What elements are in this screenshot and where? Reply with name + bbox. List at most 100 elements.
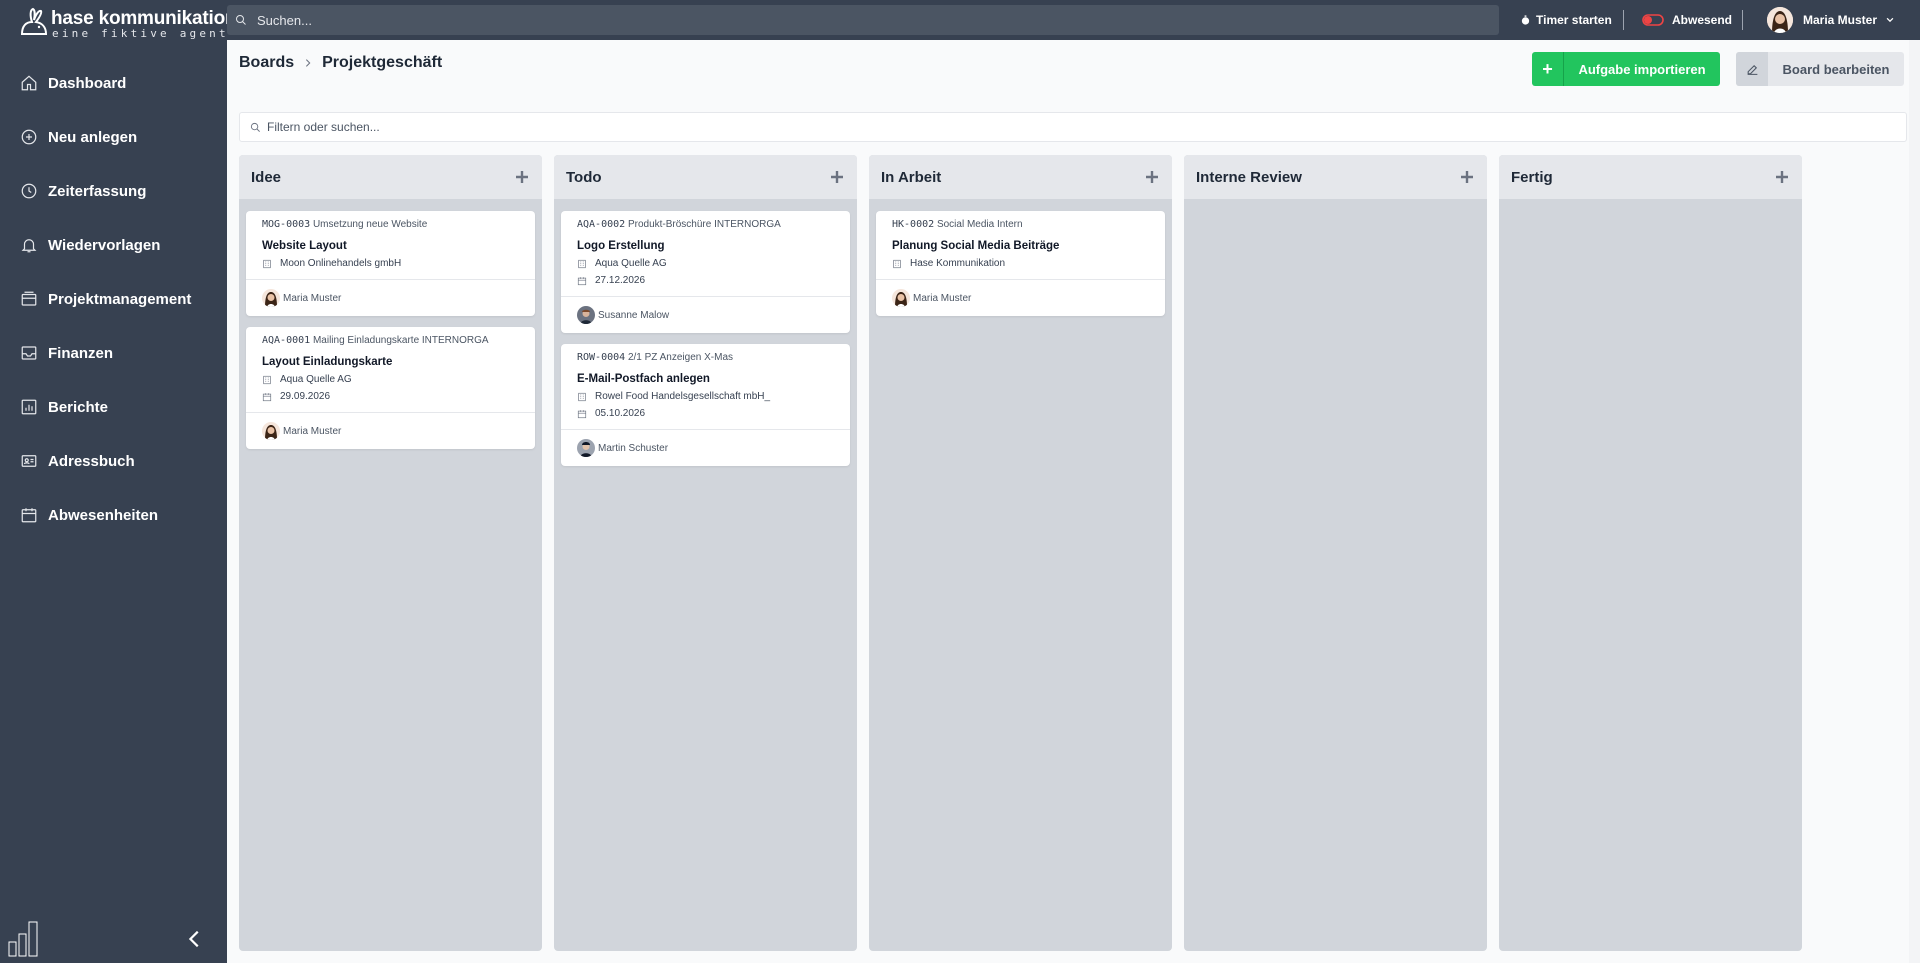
chevron-right-icon <box>306 59 311 67</box>
timer-label: Timer starten <box>1536 13 1612 27</box>
card-due-date: 05.10.2026 <box>577 408 834 419</box>
task-code: AQA-0001 <box>262 335 311 346</box>
search-input[interactable] <box>257 12 1457 28</box>
avatar <box>262 422 280 440</box>
building-icon <box>263 259 271 268</box>
avatar <box>577 306 595 324</box>
task-card[interactable]: HK-0002 Social Media Intern Planung Soci… <box>876 211 1165 316</box>
board-column-idee: Idee MOG-0003 Umsetzung neue Website Web… <box>239 155 542 951</box>
column-header: In Arbeit <box>869 155 1172 201</box>
sidebar-nav: Dashboard Neu anlegen Zeiterfassung Wied… <box>0 56 227 542</box>
card-assignee: Maria Muster <box>246 279 535 316</box>
global-search[interactable] <box>227 5 1499 35</box>
task-title: Layout Einladungskarte <box>262 356 393 368</box>
task-card[interactable]: AQA-0001 Mailing Einladungskarte INTERNO… <box>246 327 535 449</box>
project-name: Produkt-Bröschüre INTERNORGA <box>627 219 781 230</box>
filter-input[interactable] <box>267 120 1867 134</box>
vendor-logo-icon <box>8 921 38 957</box>
building-icon <box>578 392 586 401</box>
home-icon <box>21 75 37 91</box>
add-card-icon[interactable] <box>829 169 845 185</box>
due-date: 27.12.2026 <box>595 275 646 286</box>
contact-card-icon <box>21 455 37 467</box>
edit-board-label: Board bearbeiten <box>1782 61 1890 77</box>
calendar-icon <box>577 276 587 285</box>
card-due-date: 27.12.2026 <box>577 275 834 286</box>
task-code: MOG-0003 <box>262 219 311 230</box>
company-name: Aqua Quelle AG <box>280 374 352 385</box>
status-toggle[interactable]: Abwesend <box>1642 0 1732 40</box>
sidebar-item-dashboard[interactable]: Dashboard <box>0 56 227 110</box>
breadcrumb-boards[interactable]: Boards <box>239 54 294 72</box>
sidebar-item-projektmanagement[interactable]: Projektmanagement <box>0 272 227 326</box>
project-name: Umsetzung neue Website <box>312 219 428 230</box>
status-label: Abwesend <box>1672 13 1733 27</box>
card-list <box>1499 201 1802 221</box>
card-list <box>1184 201 1487 221</box>
card-company: Moon Onlinehandels gmbH <box>262 258 519 269</box>
sidebar-item-wiedervorlagen[interactable]: Wiedervorlagen <box>0 218 227 272</box>
card-company: Rowel Food Handelsgesellschaft mbH_ <box>577 391 834 402</box>
plus-circle-icon <box>21 129 37 145</box>
assignee-name: Martin Schuster <box>598 442 669 454</box>
task-code: HK-0002 <box>892 219 935 230</box>
search-icon <box>250 122 260 132</box>
card-company: Aqua Quelle AG <box>262 374 519 385</box>
task-title: Logo Erstellung <box>577 240 665 252</box>
sidebar-item-zeiterfassung[interactable]: Zeiterfassung <box>0 164 227 218</box>
archive-icon <box>21 291 37 306</box>
add-card-icon[interactable] <box>1774 169 1790 185</box>
card-reference: AQA-0002 Produkt-Bröschüre INTERNORGA <box>577 219 834 230</box>
sidebar-item-finanzen[interactable]: Finanzen <box>0 326 227 380</box>
task-card[interactable]: AQA-0002 Produkt-Bröschüre INTERNORGA Lo… <box>561 211 850 333</box>
project-name: Social Media Intern <box>936 219 1023 230</box>
sidebar-item-abwesenheiten[interactable]: Abwesenheiten <box>0 488 227 542</box>
sidebar-item-label: Zeiterfassung <box>48 182 147 200</box>
board-filter[interactable] <box>239 112 1907 142</box>
sidebar-item-neu-anlegen[interactable]: Neu anlegen <box>0 110 227 164</box>
import-task-button[interactable]: + Aufgabe importieren <box>1532 52 1720 86</box>
sidebar-item-berichte[interactable]: Berichte <box>0 380 227 434</box>
sidebar-item-label: Dashboard <box>48 74 127 92</box>
task-card[interactable]: MOG-0003 Umsetzung neue Website Website … <box>246 211 535 316</box>
avatar <box>1767 7 1793 33</box>
user-name: Maria Muster <box>1803 13 1878 27</box>
clock-icon <box>21 183 37 199</box>
add-card-icon[interactable] <box>1459 169 1475 185</box>
calendar-icon <box>21 508 37 523</box>
building-icon <box>263 375 271 384</box>
avatar <box>577 439 595 457</box>
sidebar-item-adressbuch[interactable]: Adressbuch <box>0 434 227 488</box>
due-date: 29.09.2026 <box>280 391 331 402</box>
sidebar-item-label: Abwesenheiten <box>48 506 159 524</box>
add-card-icon[interactable] <box>514 169 530 185</box>
column-header: Todo <box>554 155 857 201</box>
page-scrollbar[interactable] <box>1909 40 1920 963</box>
company-name: Aqua Quelle AG <box>595 258 667 269</box>
edit-board-button[interactable]: Board bearbeiten <box>1736 52 1904 86</box>
building-icon <box>578 259 586 268</box>
sidebar-item-label: Adressbuch <box>48 452 135 470</box>
due-date: 05.10.2026 <box>595 408 646 419</box>
task-code: AQA-0002 <box>577 219 626 230</box>
timer-start-button[interactable]: Timer starten <box>1520 0 1612 40</box>
add-card-icon[interactable] <box>1144 169 1160 185</box>
assignee-name: Susanne Malow <box>598 309 670 321</box>
task-title: Website Layout <box>262 240 347 252</box>
chevron-left-icon[interactable] <box>184 928 206 950</box>
column-title: Interne Review <box>1196 168 1302 186</box>
project-name: 2/1 PZ Anzeigen X-Mas <box>627 352 734 363</box>
card-reference: ROW-0004 2/1 PZ Anzeigen X-Mas <box>577 352 834 363</box>
brand-logo[interactable]: hase kommunikation eine fiktive agentur <box>18 4 245 40</box>
stopwatch-icon <box>1521 15 1530 25</box>
column-title: Idee <box>251 168 282 186</box>
card-reference: HK-0002 Social Media Intern <box>892 219 1149 230</box>
card-list: AQA-0002 Produkt-Bröschüre INTERNORGA Lo… <box>554 201 857 487</box>
task-title: E-Mail-Postfach anlegen <box>577 373 710 385</box>
search-icon <box>236 15 246 25</box>
task-card[interactable]: ROW-0004 2/1 PZ Anzeigen X-Mas E-Mail-Po… <box>561 344 850 466</box>
assignee-name: Maria Muster <box>283 292 342 304</box>
topbar: Timer starten Abwesend Maria Muster <box>227 0 1920 40</box>
chart-icon <box>21 399 37 415</box>
user-menu[interactable]: Maria Muster <box>1767 0 1895 40</box>
